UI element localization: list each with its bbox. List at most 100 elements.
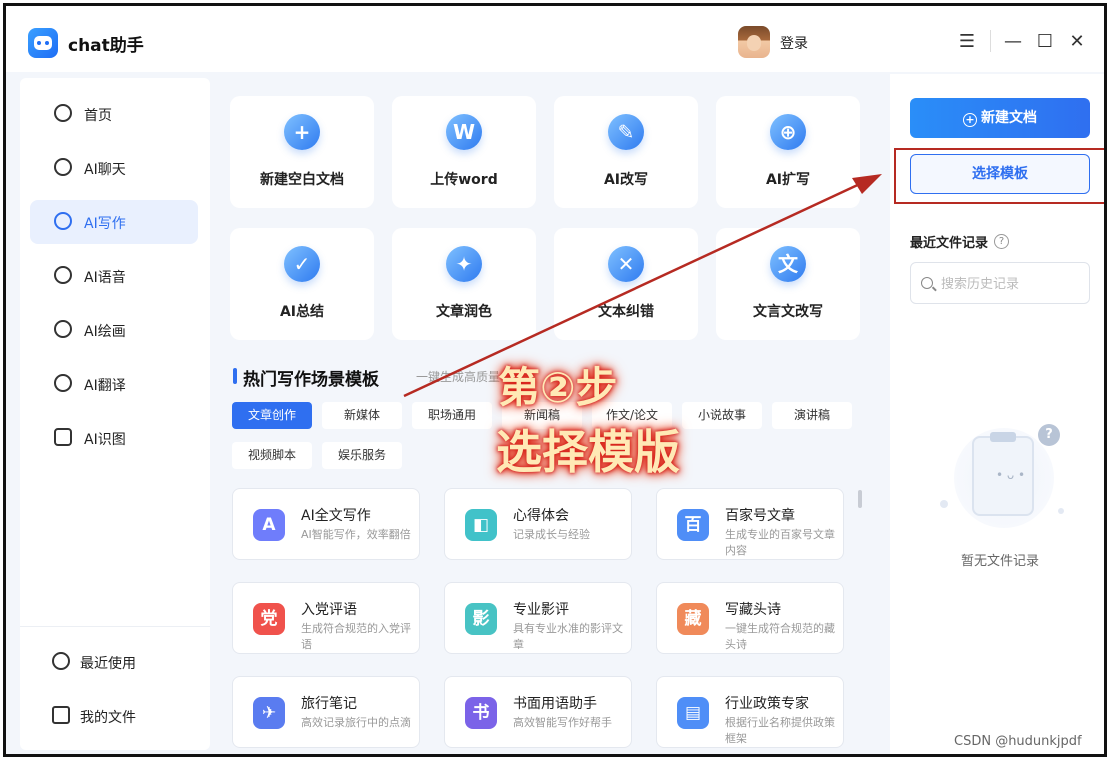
tool-text-correction[interactable]: ✕ 文本纠错 [554,228,698,340]
template-card-acrostic-poem[interactable]: 藏 写藏头诗 一键生成符合规范的藏头诗 [656,582,844,654]
avatar[interactable] [738,26,770,58]
poem-icon: 藏 [677,603,709,635]
robot-logo-icon [28,28,58,58]
template-desc: 记录成长与经验 [513,528,590,541]
sidebar-item-ai-voice[interactable]: AI语音 [30,254,198,298]
tool-ai-rewrite[interactable]: ✎ AI改写 [554,96,698,208]
tool-label: 上传word [430,172,498,188]
decor-dot [1058,508,1064,514]
tool-label: 新建空白文档 [260,172,344,188]
template-title: 心得体会 [513,508,569,524]
template-card-baijiahao[interactable]: 百 百家号文章 生成专业的百家号文章内容 [656,488,844,560]
template-card-travel-notes[interactable]: ✈ 旅行笔记 高效记录旅行中的点滴 [232,676,420,748]
search-icon [921,277,933,289]
template-desc: AI智能写作，效率翻倍 [301,528,411,541]
close-icon[interactable]: ✕ [1066,33,1088,55]
scan-icon [54,428,72,446]
template-card-film-review[interactable]: 影 专业影评 具有专业水准的影评文章 [444,582,632,654]
template-card-written-language[interactable]: 书 书面用语助手 高效智能写作好帮手 [444,676,632,748]
sidebar-item-label: AI翻译 [84,378,126,394]
template-card-party-review[interactable]: 党 入党评语 生成符合规范的入党评语 [232,582,420,654]
sidebar-item-ai-chat[interactable]: AI聊天 [30,146,198,190]
section-subtitle: 一键生成高质量 [416,370,501,384]
recent-files-title: 最近文件记录 [910,236,989,251]
party-icon: 党 [253,603,285,635]
tool-new-blank-doc[interactable]: + 新建空白文档 [230,96,374,208]
tool-ai-summary[interactable]: ✓ AI总结 [230,228,374,340]
sidebar: 首页 AI聊天 AI写作 AI语音 AI绘画 AI翻译 AI识图 最近使用 我的… [20,78,210,750]
template-title: 入党评语 [301,602,357,618]
policy-icon: ▤ [677,697,709,729]
plus-icon: + [284,114,320,150]
template-title: 百家号文章 [725,508,795,524]
new-document-button[interactable]: + 新建文档 [910,98,1090,138]
travel-icon: ✈ [253,697,285,729]
scrollbar-thumb[interactable] [858,490,862,508]
tool-polish[interactable]: ✦ 文章润色 [392,228,536,340]
sidebar-item-label: 最近使用 [80,656,136,672]
template-desc: 根据行业名称提供政策框架 [725,716,835,745]
app-window: chat助手 登录 ☰ — ☐ ✕ 首页 AI聊天 AI写作 AI语音 AI绘画 [3,3,1107,757]
history-search-box[interactable] [910,262,1090,304]
chip-novel[interactable]: 小说故事 [682,402,762,429]
help-icon[interactable]: ? [994,234,1009,249]
notebook-icon: ◧ [465,509,497,541]
tool-label: AI总结 [279,304,325,320]
sidebar-item-ai-painting[interactable]: AI绘画 [30,308,198,352]
file-icon [52,706,70,724]
history-search-input[interactable] [941,274,1081,294]
tool-upload-word[interactable]: W 上传word [392,96,536,208]
chip-speech[interactable]: 演讲稿 [772,402,852,429]
template-title: 行业政策专家 [725,696,809,712]
template-desc: 高效记录旅行中的点滴 [301,716,411,729]
plus-circle-icon: + [963,113,977,127]
tool-classical-rewrite[interactable]: 文 文言文改写 [716,228,860,340]
chip-video-script[interactable]: 视频脚本 [232,442,312,469]
template-title: 专业影评 [513,602,569,618]
watermark: CSDN @hudunkjpdf [954,734,1082,749]
empty-state-text: 暂无文件记录 [960,554,1039,569]
sidebar-item-ai-image-recognition[interactable]: AI识图 [30,416,198,460]
new-document-label: 新建文档 [981,110,1037,126]
minimize-icon[interactable]: — [1002,33,1024,55]
template-desc: 具有专业水准的影评文章 [513,622,623,651]
decor-dot [940,500,948,508]
word-icon: W [446,114,482,150]
template-card-reflection[interactable]: ◧ 心得体会 记录成长与经验 [444,488,632,560]
polish-icon: ✦ [446,246,482,282]
sidebar-item-ai-writing[interactable]: AI写作 [30,200,198,244]
sidebar-item-recent[interactable]: 最近使用 [30,640,198,684]
sidebar-item-my-files[interactable]: 我的文件 [30,694,198,738]
book-icon: 书 [465,697,497,729]
template-title: 写藏头诗 [725,602,781,618]
sidebar-divider [20,626,210,627]
tool-label: 文言文改写 [753,304,823,320]
baijiahao-icon: 百 [677,509,709,541]
maximize-icon[interactable]: ☐ [1034,33,1056,55]
title-bar: chat助手 登录 ☰ — ☐ ✕ [6,6,1104,72]
tool-label: AI改写 [603,172,649,188]
chip-entertainment[interactable]: 娱乐服务 [322,442,402,469]
tool-label: 文本纠错 [598,304,654,320]
template-desc: 高效智能写作好帮手 [513,716,612,729]
template-card-policy-expert[interactable]: ▤ 行业政策专家 根据行业名称提供政策框架 [656,676,844,748]
tool-label: AI扩写 [765,172,811,188]
voice-icon [54,266,72,284]
title-separator [990,30,991,52]
sidebar-item-ai-translate[interactable]: AI翻译 [30,362,198,406]
chip-article[interactable]: 文章创作 [232,402,312,429]
sidebar-item-label: AI写作 [84,216,126,232]
sidebar-item-label: AI聊天 [84,162,126,178]
chip-new-media[interactable]: 新媒体 [322,402,402,429]
template-card-ai-full-writing[interactable]: A AI全文写作 AI智能写作，效率翻倍 [232,488,420,560]
sidebar-item-home[interactable]: 首页 [30,92,198,136]
tool-ai-expand[interactable]: ⊕ AI扩写 [716,96,860,208]
ai-writing-icon: A [253,509,285,541]
chip-workplace[interactable]: 职场通用 [412,402,492,429]
menu-icon[interactable]: ☰ [956,33,978,55]
pen-icon [54,212,72,230]
chat-icon [54,158,72,176]
rewrite-icon: ✎ [608,114,644,150]
login-link[interactable]: 登录 [780,33,808,53]
choose-template-button[interactable]: 选择模板 [910,154,1090,194]
